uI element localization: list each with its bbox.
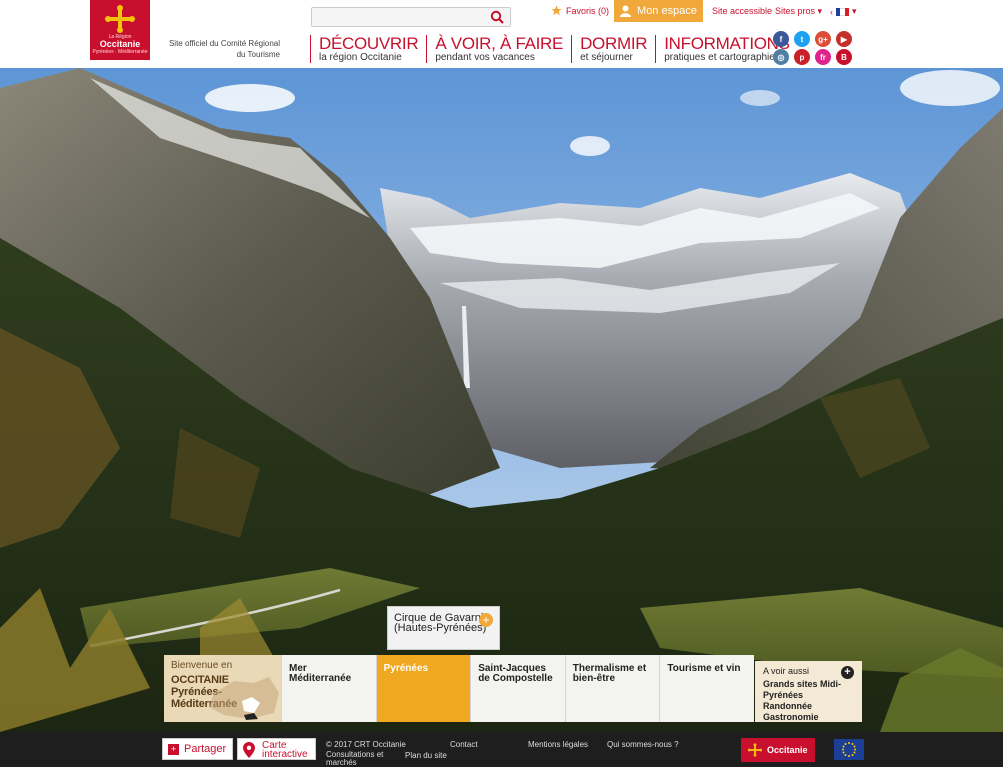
nav-information-title: INFORMATIONS (664, 34, 790, 53)
nav-sleep-title: DORMIR (580, 34, 648, 53)
map-pin-icon (243, 742, 255, 758)
see-also-plus-icon[interactable]: + (841, 666, 854, 679)
favorites-label: Favoris (0) (566, 5, 610, 16)
search-icon[interactable] (490, 10, 504, 24)
language-selector[interactable]: ‹ ▾ (830, 6, 857, 17)
flag-red-stripe (844, 7, 849, 16)
destination-thermalism[interactable]: Thermalisme et bien-être (564, 655, 660, 722)
sitemap-link[interactable]: Plan du site (405, 751, 447, 760)
interactive-map-button[interactable]: Carte interactive (237, 738, 316, 760)
destinations-panel: Bienvenue en OCCITANIE Pyrénées-Méditerr… (164, 655, 754, 722)
nav-discover[interactable]: DÉCOUVRIR la région Occitanie (310, 35, 426, 63)
pros-label: Sites pros (775, 6, 816, 16)
french-flag-icon (836, 7, 849, 16)
twitter-icon[interactable]: t (794, 31, 810, 47)
nav-discover-subtitle: la région Occitanie (319, 52, 402, 63)
logo-name: Occitanie (99, 39, 141, 49)
welcome-line1: Bienvenue en (171, 660, 233, 671)
instagram-icon[interactable]: ◎ (773, 49, 789, 65)
photo-caption-text: Cirque de Gavarnie (Hautes-Pyrénées) (394, 612, 490, 634)
see-also-item[interactable]: Grands sites Midi-Pyrénées (763, 679, 854, 701)
nav-see-do-subtitle: pendant vos vacances (435, 52, 535, 63)
destination-mediterranean[interactable]: Mer Méditerranée (281, 655, 376, 722)
occitanie-logo[interactable]: La Région Occitanie Pyrénées · Méditerra… (90, 0, 150, 60)
pros-sites-dropdown[interactable]: Sites pros ▾ (775, 6, 822, 17)
destination-pyrenees[interactable]: Pyrénées (375, 655, 471, 722)
nav-discover-title: DÉCOUVRIR (319, 34, 419, 53)
logo-subtitle: Pyrénées · Méditerranée (92, 49, 148, 55)
accessible-site-link[interactable]: Site accessible (712, 6, 772, 16)
nav-sleep-subtitle: et séjourner (580, 52, 633, 63)
see-also-box: A voir aussi + Grands sites Midi-Pyrénée… (755, 661, 862, 722)
share-label: Partager (184, 743, 227, 755)
flickr-icon[interactable]: fr (815, 49, 831, 65)
footer-occitanie-logo[interactable]: Occitanie (741, 738, 815, 762)
site-header: La Région Occitanie Pyrénées · Méditerra… (0, 0, 1003, 68)
site-footer: + Partager Carte interactive © 2017 CRT … (0, 732, 1003, 767)
nav-see-do-title: À VOIR, À FAIRE (435, 34, 564, 53)
social-links: f t g+ ▶ ◎ p fr B (773, 31, 857, 65)
footer-logo-name: Occitanie (767, 745, 808, 755)
nav-sleep[interactable]: DORMIR et séjourner (571, 35, 655, 63)
about-link[interactable]: Qui sommes-nous ? (607, 740, 679, 749)
destination-compostelle[interactable]: Saint-Jacques de Compostelle (470, 655, 565, 722)
google-plus-icon[interactable]: g+ (815, 31, 831, 47)
destination-wine-tourism[interactable]: Tourisme et vin (659, 655, 754, 722)
welcome-box: Bienvenue en OCCITANIE Pyrénées-Méditerr… (164, 655, 281, 722)
blog-icon[interactable]: B (836, 49, 852, 65)
official-site-text: Site officiel du Comité Régional du Tour… (168, 39, 280, 59)
user-icon (620, 5, 632, 17)
photo-caption: Cirque de Gavarnie (Hautes-Pyrénées) + (387, 606, 500, 650)
eu-stars-icon (842, 742, 856, 757)
chevron-down-icon: ▾ (852, 6, 857, 16)
occitan-cross-icon (105, 5, 135, 33)
copyright: © 2017 CRT Occitanie (326, 740, 406, 749)
see-also-item[interactable]: Randonnée (763, 701, 854, 712)
occitan-cross-icon (747, 743, 763, 757)
interactive-map-label: Carte interactive (262, 740, 308, 760)
share-button[interactable]: + Partager (162, 738, 233, 760)
consultations-link[interactable]: Consultations et marchés (326, 751, 396, 767)
pinterest-icon[interactable]: p (794, 49, 810, 65)
facebook-icon[interactable]: f (773, 31, 789, 47)
my-space-label: Mon espace (637, 5, 697, 17)
mountain-landscape-image (0, 68, 1003, 732)
star-icon (551, 5, 562, 16)
region-map-icon (209, 677, 279, 720)
plus-icon: + (168, 743, 179, 755)
search-input[interactable] (312, 9, 482, 27)
chevron-down-icon: ▾ (817, 6, 823, 16)
search-box (311, 7, 511, 27)
nav-information-subtitle: pratiques et cartographie (664, 52, 775, 63)
contact-link[interactable]: Contact (450, 740, 478, 749)
eu-flag-icon (834, 739, 864, 760)
legal-link[interactable]: Mentions légales (528, 740, 588, 749)
my-space-button[interactable]: Mon espace (614, 0, 703, 22)
favorites-link[interactable]: Favoris (0) (551, 5, 609, 16)
nav-see-do[interactable]: À VOIR, À FAIRE pendant vos vacances (426, 35, 571, 63)
separator: ‹ (830, 6, 833, 17)
caption-plus-icon[interactable]: + (479, 613, 493, 627)
see-also-item[interactable]: Gastronomie (763, 712, 854, 723)
hero-image: Cirque de Gavarnie (Hautes-Pyrénées) + B… (0, 68, 1003, 732)
main-navigation: DÉCOUVRIR la région Occitanie À VOIR, À … (310, 35, 798, 63)
youtube-icon[interactable]: ▶ (836, 31, 852, 47)
